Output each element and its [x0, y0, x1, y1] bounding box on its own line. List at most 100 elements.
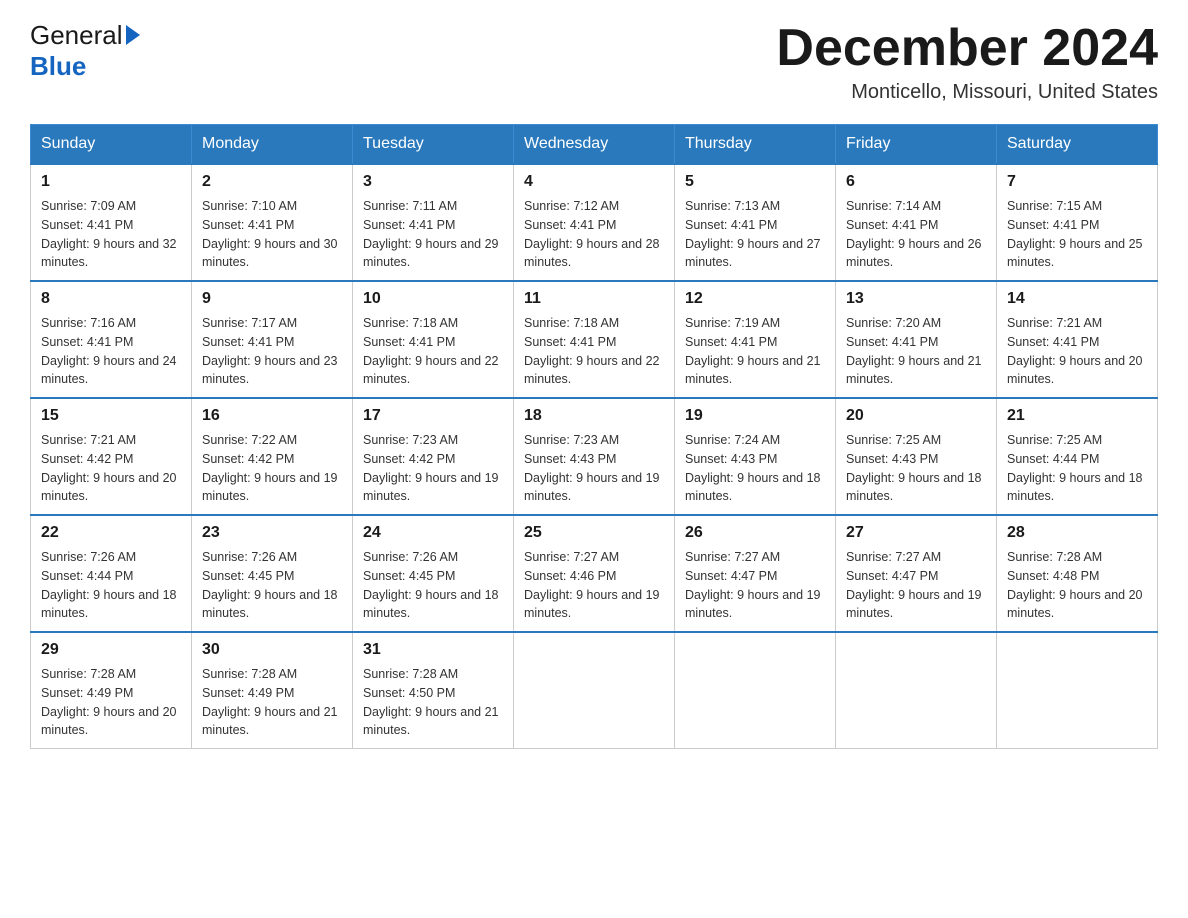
calendar-cell	[836, 632, 997, 749]
calendar-cell: 22 Sunrise: 7:26 AMSunset: 4:44 PMDayligh…	[31, 515, 192, 632]
day-info: Sunrise: 7:19 AMSunset: 4:41 PMDaylight:…	[685, 314, 825, 389]
day-info: Sunrise: 7:26 AMSunset: 4:45 PMDaylight:…	[202, 548, 342, 623]
calendar-cell: 13 Sunrise: 7:20 AMSunset: 4:41 PMDayligh…	[836, 281, 997, 398]
day-info: Sunrise: 7:28 AMSunset: 4:50 PMDaylight:…	[363, 665, 503, 740]
weekday-header-monday: Monday	[192, 125, 353, 165]
calendar-cell	[675, 632, 836, 749]
day-number: 12	[685, 290, 825, 308]
calendar-cell: 18Sunrise: 7:23 AMSunset: 4:43 PMDayligh…	[514, 398, 675, 515]
day-number: 23	[202, 524, 342, 542]
week-row-5: 29 Sunrise: 7:28 AMSunset: 4:49 PMDayligh…	[31, 632, 1158, 749]
week-row-4: 22 Sunrise: 7:26 AMSunset: 4:44 PMDayligh…	[31, 515, 1158, 632]
calendar-cell: 3 Sunrise: 7:11 AMSunset: 4:41 PMDaylight…	[353, 164, 514, 281]
day-number: 22	[41, 524, 181, 542]
title-block: December 2024 Monticello, Missouri, Unit…	[776, 20, 1158, 104]
weekday-header-friday: Friday	[836, 125, 997, 165]
day-info: Sunrise: 7:20 AMSunset: 4:41 PMDaylight:…	[846, 314, 986, 389]
calendar-cell: 12 Sunrise: 7:19 AMSunset: 4:41 PMDayligh…	[675, 281, 836, 398]
day-info: Sunrise: 7:26 AMSunset: 4:44 PMDaylight:…	[41, 548, 181, 623]
day-info: Sunrise: 7:09 AMSunset: 4:41 PMDaylight:…	[41, 197, 181, 272]
logo: General Blue	[30, 20, 140, 82]
calendar-cell	[514, 632, 675, 749]
day-info: Sunrise: 7:21 AMSunset: 4:42 PMDaylight:…	[41, 431, 181, 506]
calendar-cell: 11 Sunrise: 7:18 AMSunset: 4:41 PMDayligh…	[514, 281, 675, 398]
calendar-cell: 31Sunrise: 7:28 AMSunset: 4:50 PMDayligh…	[353, 632, 514, 749]
logo-text: General Blue	[30, 20, 140, 82]
day-number: 5	[685, 173, 825, 191]
day-info: Sunrise: 7:28 AMSunset: 4:48 PMDaylight:…	[1007, 548, 1147, 623]
day-info: Sunrise: 7:28 AMSunset: 4:49 PMDaylight:…	[41, 665, 181, 740]
day-info: Sunrise: 7:25 AMSunset: 4:43 PMDaylight:…	[846, 431, 986, 506]
calendar-cell: 9 Sunrise: 7:17 AMSunset: 4:41 PMDaylight…	[192, 281, 353, 398]
calendar-cell: 24 Sunrise: 7:26 AMSunset: 4:45 PMDayligh…	[353, 515, 514, 632]
calendar-cell: 10 Sunrise: 7:18 AMSunset: 4:41 PMDayligh…	[353, 281, 514, 398]
day-info: Sunrise: 7:10 AMSunset: 4:41 PMDaylight:…	[202, 197, 342, 272]
weekday-header-saturday: Saturday	[997, 125, 1158, 165]
day-info: Sunrise: 7:14 AMSunset: 4:41 PMDaylight:…	[846, 197, 986, 272]
day-info: Sunrise: 7:11 AMSunset: 4:41 PMDaylight:…	[363, 197, 503, 272]
calendar-cell: 26Sunrise: 7:27 AMSunset: 4:47 PMDayligh…	[675, 515, 836, 632]
day-number: 4	[524, 173, 664, 191]
calendar-cell: 20Sunrise: 7:25 AMSunset: 4:43 PMDayligh…	[836, 398, 997, 515]
logo-blue-text: Blue	[30, 51, 86, 81]
day-info: Sunrise: 7:27 AMSunset: 4:46 PMDaylight:…	[524, 548, 664, 623]
day-info: Sunrise: 7:21 AMSunset: 4:41 PMDaylight:…	[1007, 314, 1147, 389]
day-info: Sunrise: 7:28 AMSunset: 4:49 PMDaylight:…	[202, 665, 342, 740]
logo-arrow-icon	[126, 25, 140, 45]
day-info: Sunrise: 7:23 AMSunset: 4:43 PMDaylight:…	[524, 431, 664, 506]
calendar-cell	[997, 632, 1158, 749]
day-number: 10	[363, 290, 503, 308]
calendar-cell: 4Sunrise: 7:12 AMSunset: 4:41 PMDaylight…	[514, 164, 675, 281]
day-info: Sunrise: 7:22 AMSunset: 4:42 PMDaylight:…	[202, 431, 342, 506]
day-info: Sunrise: 7:17 AMSunset: 4:41 PMDaylight:…	[202, 314, 342, 389]
weekday-header-row: SundayMondayTuesdayWednesdayThursdayFrid…	[31, 125, 1158, 165]
day-number: 15	[41, 407, 181, 425]
calendar-cell: 2Sunrise: 7:10 AMSunset: 4:41 PMDaylight…	[192, 164, 353, 281]
calendar-cell: 5Sunrise: 7:13 AMSunset: 4:41 PMDaylight…	[675, 164, 836, 281]
day-info: Sunrise: 7:16 AMSunset: 4:41 PMDaylight:…	[41, 314, 181, 389]
week-row-2: 8 Sunrise: 7:16 AMSunset: 4:41 PMDaylight…	[31, 281, 1158, 398]
day-info: Sunrise: 7:18 AMSunset: 4:41 PMDaylight:…	[363, 314, 503, 389]
day-number: 9	[202, 290, 342, 308]
calendar-cell: 1 Sunrise: 7:09 AMSunset: 4:41 PMDaylight…	[31, 164, 192, 281]
day-number: 13	[846, 290, 986, 308]
day-number: 8	[41, 290, 181, 308]
day-number: 16	[202, 407, 342, 425]
week-row-3: 15 Sunrise: 7:21 AMSunset: 4:42 PMDayligh…	[31, 398, 1158, 515]
day-info: Sunrise: 7:23 AMSunset: 4:42 PMDaylight:…	[363, 431, 503, 506]
calendar-cell: 6 Sunrise: 7:14 AMSunset: 4:41 PMDaylight…	[836, 164, 997, 281]
calendar-cell: 16 Sunrise: 7:22 AMSunset: 4:42 PMDayligh…	[192, 398, 353, 515]
day-info: Sunrise: 7:18 AMSunset: 4:41 PMDaylight:…	[524, 314, 664, 389]
calendar-cell: 27 Sunrise: 7:27 AMSunset: 4:47 PMDayligh…	[836, 515, 997, 632]
day-info: Sunrise: 7:15 AMSunset: 4:41 PMDaylight:…	[1007, 197, 1147, 272]
day-info: Sunrise: 7:27 AMSunset: 4:47 PMDaylight:…	[685, 548, 825, 623]
calendar-cell: 28 Sunrise: 7:28 AMSunset: 4:48 PMDayligh…	[997, 515, 1158, 632]
calendar-cell: 19Sunrise: 7:24 AMSunset: 4:43 PMDayligh…	[675, 398, 836, 515]
calendar-table: SundayMondayTuesdayWednesdayThursdayFrid…	[30, 124, 1158, 749]
day-number: 3	[363, 173, 503, 191]
day-info: Sunrise: 7:26 AMSunset: 4:45 PMDaylight:…	[363, 548, 503, 623]
calendar-cell: 7Sunrise: 7:15 AMSunset: 4:41 PMDaylight…	[997, 164, 1158, 281]
day-number: 27	[846, 524, 986, 542]
weekday-header-tuesday: Tuesday	[353, 125, 514, 165]
calendar-cell: 8 Sunrise: 7:16 AMSunset: 4:41 PMDaylight…	[31, 281, 192, 398]
page-header: General Blue December 2024 Monticello, M…	[30, 20, 1158, 104]
day-number: 6	[846, 173, 986, 191]
calendar-cell: 25Sunrise: 7:27 AMSunset: 4:46 PMDayligh…	[514, 515, 675, 632]
month-title: December 2024	[776, 20, 1158, 77]
week-row-1: 1 Sunrise: 7:09 AMSunset: 4:41 PMDaylight…	[31, 164, 1158, 281]
day-number: 21	[1007, 407, 1147, 425]
weekday-header-sunday: Sunday	[31, 125, 192, 165]
calendar-cell: 14Sunrise: 7:21 AMSunset: 4:41 PMDayligh…	[997, 281, 1158, 398]
location-text: Monticello, Missouri, United States	[776, 81, 1158, 104]
weekday-header-wednesday: Wednesday	[514, 125, 675, 165]
day-number: 1	[41, 173, 181, 191]
day-info: Sunrise: 7:27 AMSunset: 4:47 PMDaylight:…	[846, 548, 986, 623]
day-number: 11	[524, 290, 664, 308]
weekday-header-thursday: Thursday	[675, 125, 836, 165]
day-info: Sunrise: 7:25 AMSunset: 4:44 PMDaylight:…	[1007, 431, 1147, 506]
day-number: 24	[363, 524, 503, 542]
day-number: 29	[41, 641, 181, 659]
calendar-cell: 29 Sunrise: 7:28 AMSunset: 4:49 PMDayligh…	[31, 632, 192, 749]
day-number: 28	[1007, 524, 1147, 542]
